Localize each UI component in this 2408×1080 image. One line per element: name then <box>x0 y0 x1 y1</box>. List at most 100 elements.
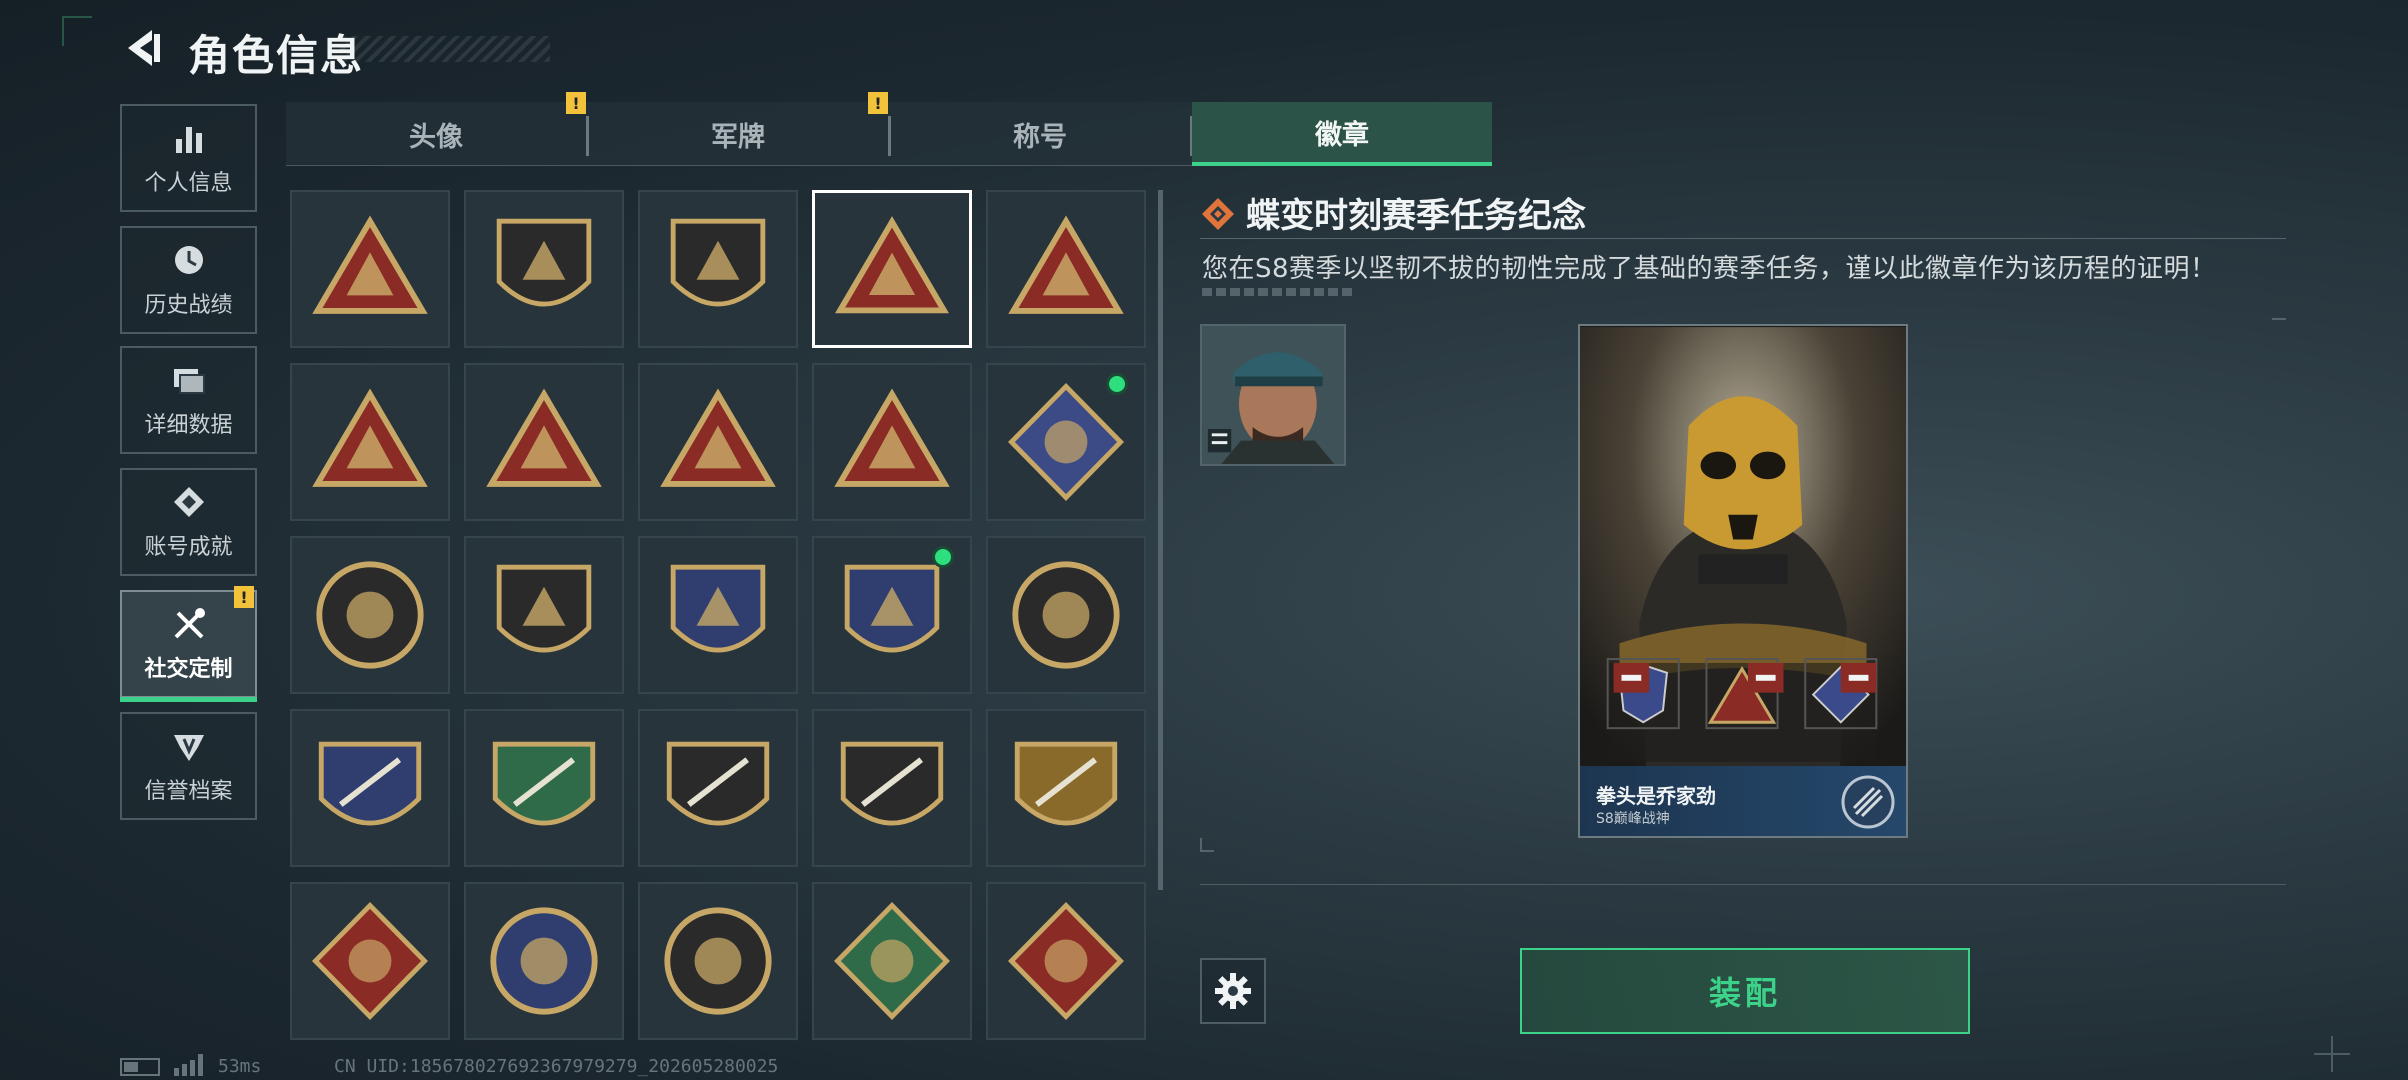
alert-badge: ! <box>868 92 888 114</box>
uid-text: CN UID:185678027692367979279_20260528002… <box>334 1056 779 1077</box>
battery-icon <box>120 1058 160 1076</box>
badge-rifle-green[interactable] <box>464 709 624 867</box>
ping-text: 53ms <box>218 1056 262 1077</box>
badge-rifle-green-icon <box>492 741 596 826</box>
badge-medic[interactable] <box>812 882 972 1040</box>
divider <box>1200 238 2286 239</box>
badge-red-crest[interactable] <box>638 536 798 694</box>
bar-chart-icon <box>175 127 202 153</box>
corner-decoration <box>2272 318 2286 332</box>
badge-s8-selected[interactable] <box>812 190 972 348</box>
badge-usb-drive-icon <box>660 388 776 487</box>
tab-title[interactable]: 称号 <box>890 102 1190 166</box>
badge-s8-selected-icon <box>835 216 949 314</box>
badge-number-one-icon <box>486 388 602 487</box>
badge-s9-icon <box>1008 215 1124 314</box>
badge-rifle-brown[interactable] <box>812 709 972 867</box>
card-footer: 拳头是乔家劲 S8巅峰战神 <box>1580 766 1906 836</box>
sidebar-item-label: 详细数据 <box>144 413 233 438</box>
sidebar-item-achievements[interactable]: 账号成就 <box>120 468 257 576</box>
badge-hand-sign[interactable] <box>290 363 450 521</box>
sidebar-item-credit-profile[interactable]: 信誉档案 <box>120 712 257 820</box>
badge-number-one[interactable] <box>464 363 624 521</box>
badge-wolf[interactable] <box>290 882 450 1040</box>
alert-badge: ! <box>566 92 586 114</box>
badge-usb-drive[interactable] <box>638 363 798 521</box>
corner-decoration <box>1200 838 1214 852</box>
badge-scope[interactable] <box>638 882 798 1040</box>
badge-helicopter-icon <box>496 218 592 307</box>
tab-bar: 头像 军牌 称号 徽章 <box>286 102 1492 166</box>
badge-triangle-shield[interactable] <box>290 190 450 348</box>
badge-category-icon <box>1200 196 1236 232</box>
badge-soldiers-icon <box>834 388 950 487</box>
badge-dagger-shield[interactable] <box>638 190 798 348</box>
badge-eagle[interactable] <box>464 882 624 1040</box>
badge-s9[interactable] <box>986 190 1146 348</box>
badge-skull-round[interactable] <box>986 536 1146 694</box>
sidebar-item-label: 社交定制 <box>144 657 233 682</box>
corner-decoration <box>62 16 92 46</box>
badge-scope-icon <box>664 907 772 1015</box>
badge-rifle-brown-icon <box>840 741 944 826</box>
badge-rifle-dark[interactable] <box>638 709 798 867</box>
badge-soldiers[interactable] <box>812 363 972 521</box>
card-rank-title: S8巅峰战神 <box>1596 811 1670 827</box>
title-hatch-decoration <box>340 36 550 62</box>
badge-skull-round-icon <box>1012 561 1120 669</box>
badge-medic-icon <box>834 901 950 1021</box>
grid-scrollbar[interactable] <box>1158 190 1163 890</box>
sidebar-item-label: 信誉档案 <box>144 779 233 804</box>
character-card-art <box>1580 327 1906 835</box>
badge-eagle-icon <box>490 907 598 1015</box>
back-arrow-icon[interactable] <box>118 26 166 70</box>
badge-rifle-gold[interactable] <box>986 709 1146 867</box>
settings-button[interactable] <box>1200 958 1266 1024</box>
character-avatar[interactable] <box>1200 324 1346 466</box>
signal-icon <box>174 1054 208 1076</box>
badge-triangle-shield-icon <box>312 215 428 314</box>
divider <box>1200 884 2286 885</box>
badge-red-crest-icon <box>670 564 766 653</box>
clock-icon <box>174 246 203 274</box>
badge-dragon[interactable] <box>986 882 1146 1040</box>
badge-rifle-blue[interactable] <box>290 709 450 867</box>
badge-helicopter[interactable] <box>464 190 624 348</box>
crosshair-decoration <box>2314 1036 2350 1072</box>
badge-dragon-icon <box>1008 901 1124 1021</box>
sidebar-item-detailed-data[interactable]: 详细数据 <box>120 346 257 454</box>
rank-emblem-icon <box>1840 774 1896 830</box>
badge-description: 您在S8赛季以坚韧不拔的韧性完成了基础的赛季任务，谨以此徽章作为该历程的证明！ <box>1202 254 2217 284</box>
tab-avatar[interactable]: 头像 <box>286 102 586 166</box>
badge-hand-sign-icon <box>312 388 428 487</box>
badge-chevron-shield[interactable] <box>464 536 624 694</box>
badge-dagger-shield-icon <box>670 218 766 307</box>
gear-icon <box>1215 973 1251 1009</box>
character-card[interactable]: 拳头是乔家劲 S8巅峰战神 <box>1578 324 1908 838</box>
badge-chevron-shield-icon <box>496 564 592 653</box>
sidebar-item-personal-info[interactable]: 个人信息 <box>120 104 257 212</box>
equip-button[interactable]: 装配 <box>1520 948 1970 1034</box>
tab-badge[interactable]: 徽章 <box>1192 102 1492 166</box>
decorative-bar <box>1202 288 1352 296</box>
badge-rifle-blue-icon <box>318 741 422 826</box>
new-indicator-dot <box>1106 373 1128 395</box>
badge-wolf-icon <box>312 901 428 1021</box>
sidebar-item-history[interactable]: 历史战绩 <box>120 226 257 334</box>
tools-icon <box>174 608 205 639</box>
badge-rifle-dark-icon <box>666 741 770 826</box>
tab-dog-tag[interactable]: 军牌 <box>588 102 888 166</box>
alert-badge: ! <box>234 586 254 608</box>
sidebar-item-label: 历史战绩 <box>144 293 233 318</box>
badge-star-round[interactable] <box>290 536 450 694</box>
shield-wing-icon <box>173 735 204 761</box>
badge-title: 蝶变时刻赛季任务纪念 <box>1246 196 1586 236</box>
folders-icon <box>173 369 205 394</box>
sidebar-item-label: 账号成就 <box>144 535 233 560</box>
new-indicator-dot <box>932 546 954 568</box>
achievement-icon <box>173 487 204 517</box>
equip-button-label: 装配 <box>1708 974 1781 1012</box>
badge-rifle-gold-icon <box>1014 741 1118 826</box>
badge-star-round-icon <box>316 561 424 669</box>
sidebar-item-label: 个人信息 <box>144 171 233 196</box>
